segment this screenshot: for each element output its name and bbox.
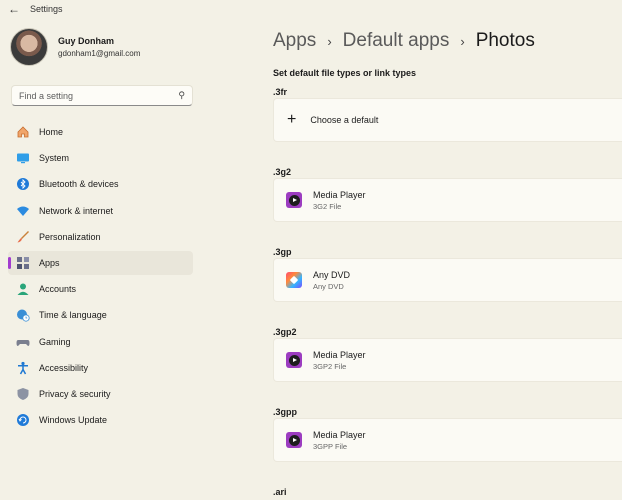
sidebar-item-label: Accounts bbox=[39, 284, 77, 295]
sidebar-item-apps[interactable]: Apps bbox=[8, 250, 193, 275]
sidebar-item-label: Network & internet bbox=[39, 205, 114, 216]
sidebar-item-accounts[interactable]: Accounts bbox=[8, 277, 193, 301]
default-app-row[interactable]: Any DVD Any DVD bbox=[273, 258, 622, 302]
sidebar-item-network[interactable]: Network & internet bbox=[8, 199, 193, 223]
sidebar-item-privacy[interactable]: Privacy & security bbox=[8, 382, 193, 406]
file-type-label: .3gp2 bbox=[273, 327, 297, 337]
wifi-icon bbox=[16, 204, 30, 218]
monitor-icon bbox=[16, 151, 30, 165]
breadcrumb-apps[interactable]: Apps bbox=[273, 30, 316, 52]
section-title: Set default file types or link types bbox=[273, 68, 417, 78]
brush-icon bbox=[16, 230, 30, 244]
plus-icon: + bbox=[287, 111, 297, 128]
breadcrumb-separator-icon: › bbox=[460, 33, 465, 49]
sidebar-item-accessibility[interactable]: Accessibility bbox=[8, 356, 193, 380]
app-name: Choose a default bbox=[310, 115, 379, 125]
accessibility-icon bbox=[16, 361, 30, 375]
sidebar-item-label: Bluetooth & devices bbox=[39, 179, 119, 190]
app-file-description: 3G2 File bbox=[313, 201, 342, 211]
sidebar-item-system[interactable]: System bbox=[8, 146, 193, 170]
page-title: Photos bbox=[475, 30, 535, 51]
sidebar-item-label: Apps bbox=[39, 257, 60, 268]
file-type-label: .3g2 bbox=[273, 167, 292, 177]
avatar bbox=[10, 28, 48, 66]
profile-name: Guy Donham bbox=[58, 36, 115, 46]
sidebar-item-label: Home bbox=[39, 127, 64, 137]
search-input[interactable] bbox=[19, 90, 179, 101]
default-app-row[interactable]: Media Player 3GPP File bbox=[273, 418, 622, 462]
search-box[interactable]: ⚲ bbox=[11, 85, 193, 106]
app-file-description: 3GPP File bbox=[313, 441, 348, 451]
sidebar-item-personalization[interactable]: Personalization bbox=[8, 225, 193, 249]
sidebar-item-label: Personalization bbox=[39, 231, 101, 242]
media-player-icon bbox=[286, 432, 302, 448]
media-player-icon bbox=[286, 192, 302, 208]
shield-icon bbox=[16, 387, 30, 401]
sidebar-item-time-language[interactable]: Time & language bbox=[8, 303, 193, 327]
default-app-row[interactable]: Media Player 3G2 File bbox=[273, 178, 622, 222]
app-name: Media Player bbox=[313, 429, 366, 440]
sidebar-nav: Home System Bluetooth & devices Network … bbox=[8, 120, 193, 434]
app-name: Media Player bbox=[313, 189, 366, 200]
app-name: Media Player bbox=[313, 349, 366, 360]
default-app-row[interactable]: Media Player 3GP2 File bbox=[273, 338, 622, 382]
sidebar-item-bluetooth[interactable]: Bluetooth & devices bbox=[8, 172, 193, 196]
app-name: Any DVD bbox=[313, 269, 351, 280]
title-bar: ← Settings bbox=[0, 0, 622, 18]
update-icon bbox=[16, 413, 30, 427]
user-profile[interactable]: Guy Donham gdonham1@gmail.com bbox=[10, 28, 140, 66]
globe-clock-icon bbox=[16, 308, 30, 322]
file-type-label: .3gp bbox=[273, 247, 292, 257]
breadcrumb: Apps › Default apps › Photos bbox=[273, 30, 535, 52]
media-player-icon bbox=[286, 352, 302, 368]
file-type-label: .ari bbox=[273, 487, 287, 497]
sidebar-item-gaming[interactable]: Gaming bbox=[8, 330, 193, 354]
sidebar-item-label: Gaming bbox=[39, 336, 71, 347]
home-icon bbox=[16, 125, 30, 139]
sidebar-item-label: Windows Update bbox=[39, 415, 108, 426]
sidebar-item-label: System bbox=[39, 153, 70, 164]
choose-default-button[interactable]: + Choose a default bbox=[273, 98, 622, 142]
anydvd-icon bbox=[286, 272, 302, 288]
gamepad-icon bbox=[16, 335, 30, 349]
app-file-description: Any DVD bbox=[313, 281, 344, 291]
breadcrumb-separator-icon: › bbox=[327, 33, 332, 49]
back-arrow-icon[interactable]: ← bbox=[0, 0, 28, 18]
sidebar-item-windows-update[interactable]: Windows Update bbox=[8, 408, 193, 432]
sidebar-item-label: Time & language bbox=[39, 310, 107, 321]
sidebar-item-home[interactable]: Home bbox=[8, 120, 193, 144]
sidebar-item-label: Accessibility bbox=[39, 362, 89, 373]
breadcrumb-default-apps[interactable]: Default apps bbox=[343, 30, 450, 52]
search-icon[interactable]: ⚲ bbox=[178, 90, 185, 101]
bluetooth-icon bbox=[16, 177, 30, 191]
profile-email: gdonham1@gmail.com bbox=[58, 49, 141, 58]
window-title: Settings bbox=[30, 4, 63, 14]
apps-icon bbox=[16, 256, 30, 270]
file-type-label: .3fr bbox=[273, 87, 288, 97]
person-icon bbox=[16, 282, 30, 296]
app-file-description: 3GP2 File bbox=[313, 361, 347, 371]
file-type-label: .3gpp bbox=[273, 407, 297, 417]
sidebar-item-label: Privacy & security bbox=[39, 388, 111, 399]
